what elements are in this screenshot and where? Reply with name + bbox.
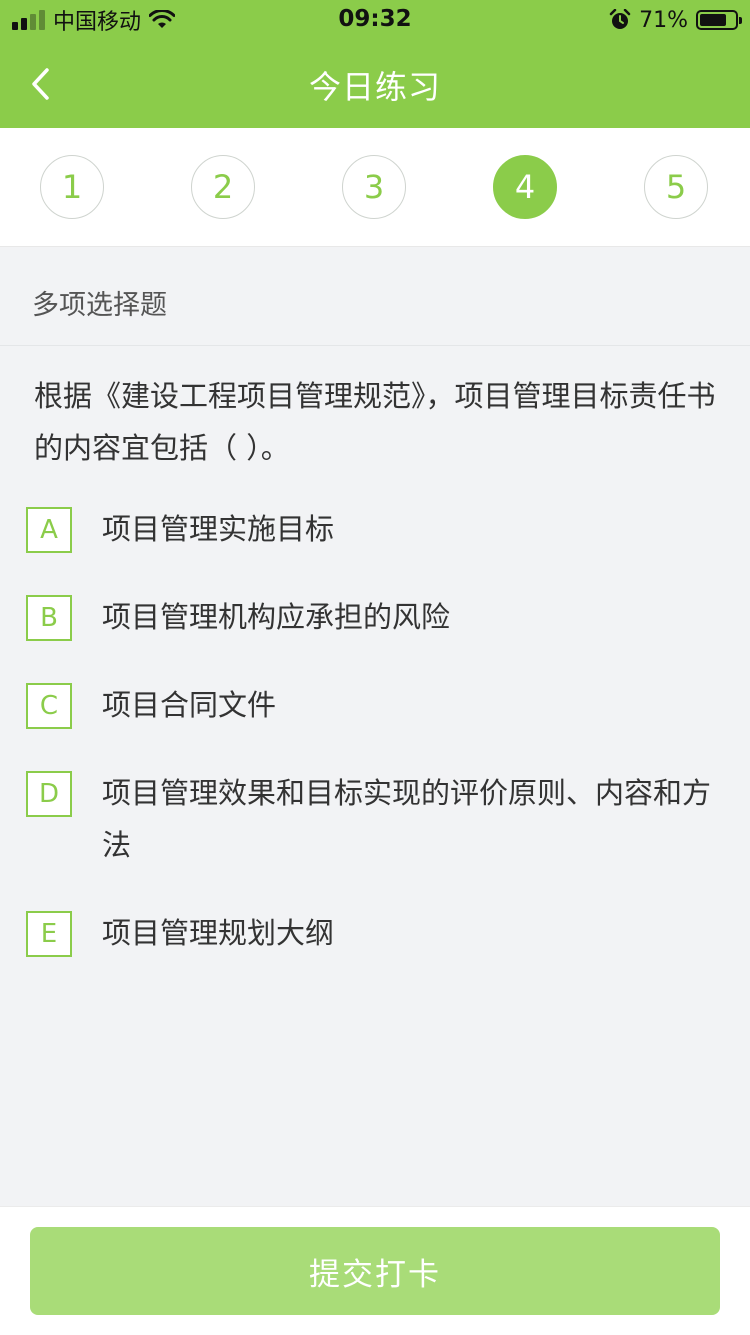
option-c-text: 项目合同文件 [102, 688, 277, 722]
bottom-bar: 提交打卡 [0, 1206, 750, 1335]
app-header: 中国移动 09:32 71% 今日练习 [0, 0, 750, 128]
submit-button[interactable]: 提交打卡 [30, 1227, 720, 1315]
battery-percent: 71% [639, 7, 688, 33]
option-b-letter: B [26, 595, 72, 641]
option-d-letter: D [26, 771, 72, 817]
step-5[interactable]: 5 [644, 155, 708, 219]
question-step-bar: 1 2 3 4 5 [0, 128, 750, 247]
navigation-bar: 今日练习 [0, 40, 750, 128]
option-e-letter: E [26, 911, 72, 957]
status-right: 71% [609, 6, 742, 34]
question-type-label: 多项选择题 [32, 290, 167, 321]
question-text: 根据《建设工程项目管理规范》，项目管理目标责任书的内容宜包括（ ）。 [34, 379, 716, 465]
step-2[interactable]: 2 [191, 155, 255, 219]
page-title: 今日练习 [308, 68, 441, 106]
status-bar: 中国移动 09:32 71% [0, 0, 750, 40]
step-3[interactable]: 3 [342, 155, 406, 219]
option-b-text: 项目管理机构应承担的风险 [102, 600, 451, 634]
option-a-text: 项目管理实施目标 [102, 512, 335, 546]
option-d-text: 项目管理效果和目标实现的评价原则、内容和方法 [102, 776, 712, 862]
option-e-text: 项目管理规划大纲 [102, 916, 335, 950]
battery-icon [696, 10, 742, 30]
option-a-letter: A [26, 507, 72, 553]
alarm-icon [609, 9, 631, 29]
step-4-active[interactable]: 4 [493, 155, 557, 219]
option-c-letter: C [26, 683, 72, 729]
question-type-section: 多项选择题 [0, 247, 750, 346]
step-1[interactable]: 1 [40, 155, 104, 219]
